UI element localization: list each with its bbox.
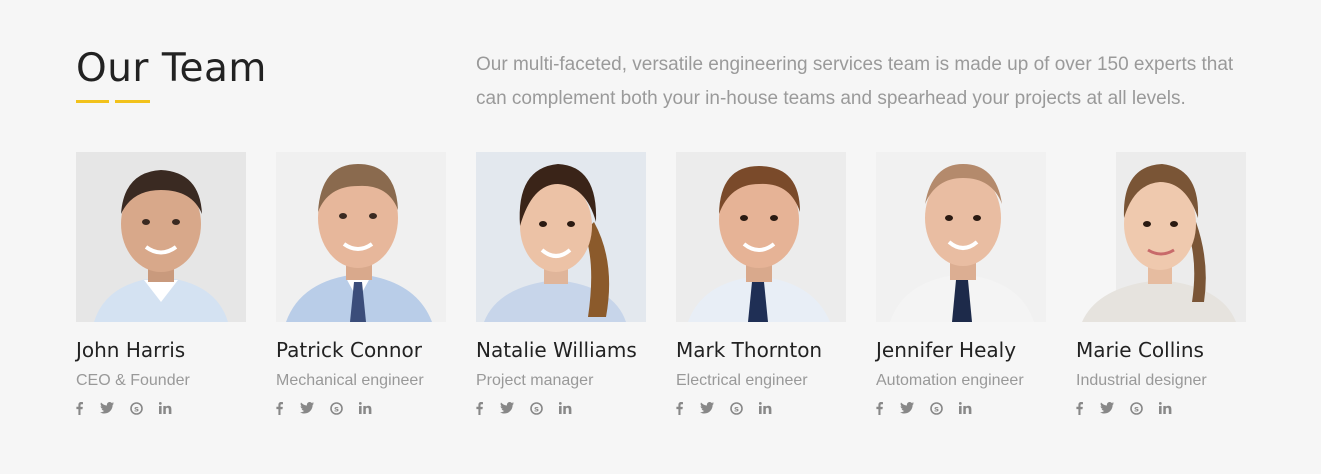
twitter-icon[interactable] — [300, 400, 330, 416]
member-name: Marie Collins — [1076, 338, 1204, 362]
svg-text:s: s — [334, 404, 339, 413]
svg-text:s: s — [534, 404, 539, 413]
svg-text:s: s — [734, 404, 739, 413]
skype-icon[interactable]: s — [1130, 400, 1159, 416]
member-role: Automation engineer — [876, 372, 1024, 389]
member-photo — [876, 152, 1046, 322]
social-links: s — [676, 400, 846, 416]
member-name: Mark Thornton — [676, 338, 823, 362]
team-member-card: Patrick Connor Mechanical engineer s — [276, 152, 446, 416]
team-member-card: Jennifer Healy Automation engineer s — [876, 152, 1046, 416]
twitter-icon[interactable] — [500, 400, 530, 416]
team-member-card: Marie Collins Industrial designer s — [1076, 152, 1246, 416]
linkedin-icon[interactable] — [159, 400, 179, 416]
skype-icon[interactable]: s — [330, 400, 359, 416]
linkedin-icon[interactable] — [559, 400, 579, 416]
member-photo — [276, 152, 446, 322]
title-underline-left — [76, 100, 109, 103]
member-name: John Harris — [76, 338, 186, 362]
member-role: Industrial designer — [1076, 372, 1207, 389]
social-links: s — [76, 400, 246, 416]
skype-icon[interactable]: s — [730, 400, 759, 416]
skype-icon[interactable]: s — [530, 400, 559, 416]
member-photo — [676, 152, 846, 322]
member-photo — [76, 152, 246, 322]
section-intro: Our multi-faceted, versatile engineering… — [476, 54, 1234, 109]
title-underline-right — [115, 100, 150, 103]
social-links: s — [476, 400, 646, 416]
linkedin-icon[interactable] — [759, 400, 779, 416]
facebook-icon[interactable] — [76, 400, 100, 416]
member-role: Mechanical engineer — [276, 372, 424, 389]
twitter-icon[interactable] — [100, 400, 130, 416]
twitter-icon[interactable] — [900, 400, 930, 416]
svg-text:s: s — [134, 404, 139, 413]
team-member-card: Natalie Williams Project manager s — [476, 152, 646, 416]
svg-text:s: s — [934, 404, 939, 413]
team-member-card: Mark Thornton Electrical engineer s — [676, 152, 846, 416]
social-links: s — [1076, 400, 1246, 416]
skype-icon[interactable]: s — [130, 400, 159, 416]
twitter-icon[interactable] — [700, 400, 730, 416]
skype-icon[interactable]: s — [930, 400, 959, 416]
member-photo — [1076, 152, 1246, 322]
facebook-icon[interactable] — [276, 400, 300, 416]
facebook-icon[interactable] — [876, 400, 900, 416]
member-photo — [476, 152, 646, 322]
linkedin-icon[interactable] — [959, 400, 979, 416]
member-role: CEO & Founder — [76, 372, 190, 389]
member-role: Project manager — [476, 372, 594, 389]
team-member-card: John Harris CEO & Founder s — [76, 152, 246, 416]
member-name: Patrick Connor — [276, 338, 422, 362]
linkedin-icon[interactable] — [359, 400, 379, 416]
facebook-icon[interactable] — [676, 400, 700, 416]
member-name: Natalie Williams — [476, 338, 637, 362]
linkedin-icon[interactable] — [1159, 400, 1179, 416]
member-name: Jennifer Healy — [876, 338, 1017, 362]
facebook-icon[interactable] — [476, 400, 500, 416]
social-links: s — [276, 400, 446, 416]
member-role: Electrical engineer — [676, 372, 808, 389]
facebook-icon[interactable] — [1076, 400, 1100, 416]
twitter-icon[interactable] — [1100, 400, 1130, 416]
section-title: Our Team — [76, 46, 267, 91]
svg-text:s: s — [1134, 404, 1139, 413]
social-links: s — [876, 400, 1046, 416]
